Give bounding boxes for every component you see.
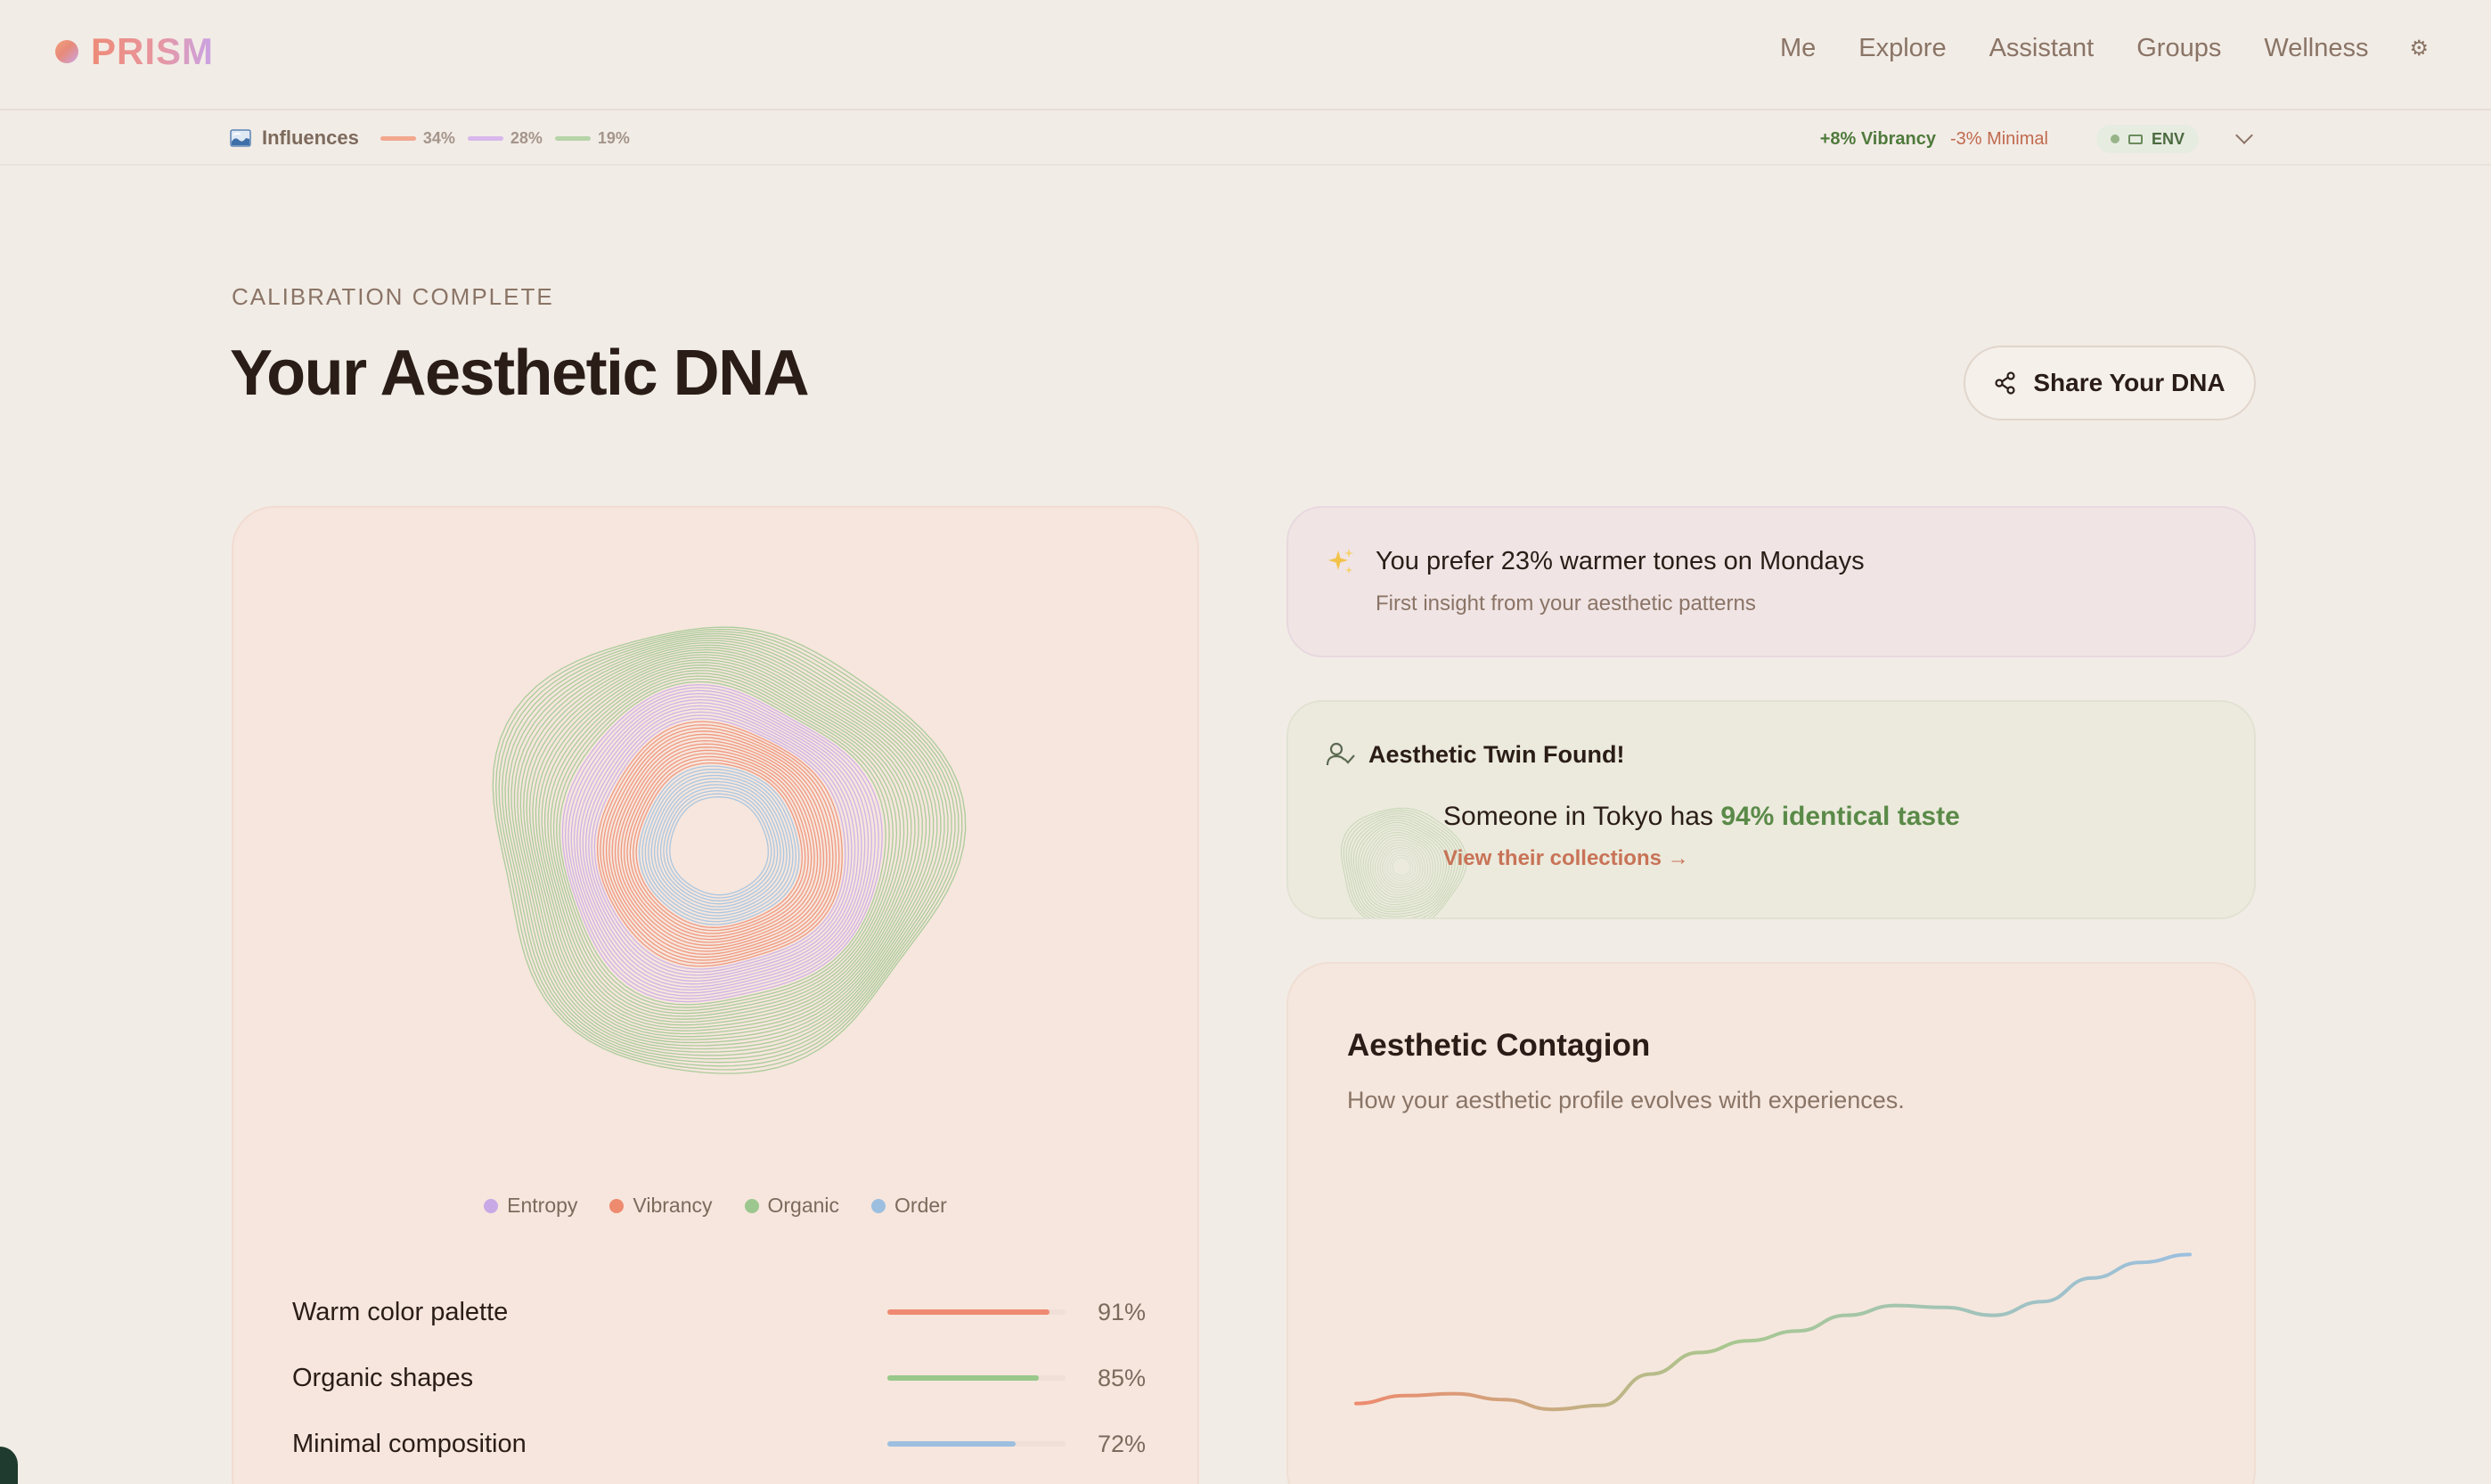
nav-item-me[interactable]: Me	[1780, 34, 1816, 63]
influences-summary: Influences 34% 28% 19%	[230, 126, 642, 150]
trend-line	[1354, 1252, 2192, 1412]
twin-contour-line	[1372, 836, 1432, 896]
twin-match-prefix: Someone in Tokyo has	[1443, 802, 1721, 831]
env-toggle[interactable]: ENV	[2095, 125, 2199, 153]
dna-contour-line	[641, 768, 797, 923]
sparkles-icon	[1328, 549, 1353, 574]
legend-item-vibrancy: Vibrancy	[609, 1194, 713, 1218]
trait-label: Organic shapes	[292, 1363, 474, 1392]
trait-bar-fill	[887, 1309, 1049, 1315]
legend-item-organic: Organic	[744, 1194, 840, 1218]
share-dna-button[interactable]: Share Your DNA	[1964, 346, 2256, 420]
influence-pct: 28%	[510, 128, 543, 147]
legend-label: Order	[894, 1194, 947, 1217]
dna-contour-line	[663, 790, 775, 901]
minimal-delta: -3% Minimal	[1949, 128, 2048, 149]
user-check-icon	[1326, 742, 1355, 766]
influences-bar: Influences 34% 28% 19% +8% Vibrancy -3% …	[0, 112, 2491, 166]
influence-swatch	[467, 135, 503, 141]
influence-swatch	[380, 135, 416, 141]
legend-dot	[744, 1198, 759, 1213]
dna-visualization	[492, 626, 967, 1074]
contagion-subtitle: How your aesthetic profile evolves with …	[1347, 1087, 1905, 1113]
trait-list: Warm color palette 91% Organic shapes 85…	[292, 1279, 1146, 1477]
trait-row: Warm color palette 91%	[292, 1279, 1146, 1345]
trait-value: 85%	[1097, 1364, 1146, 1391]
gear-icon[interactable]: ⚙	[2409, 36, 2429, 61]
legend-item-entropy: Entropy	[484, 1194, 577, 1218]
trait-bar	[887, 1309, 1066, 1315]
calibration-status: CALIBRATION COMPLETE	[232, 283, 554, 310]
contagion-title: Aesthetic Contagion	[1347, 1028, 1651, 1063]
legend-label: Organic	[767, 1194, 840, 1217]
app-logo[interactable]: PRISM	[55, 30, 214, 73]
twin-match-text: Someone in Tokyo has 94% identical taste	[1443, 802, 1960, 832]
legend-dot	[871, 1198, 886, 1213]
app-name: PRISM	[91, 30, 215, 72]
insight-subtitle: First insight from your aesthetic patter…	[1376, 591, 1756, 616]
trait-row: Organic shapes 85%	[292, 1345, 1146, 1411]
page-title: Your Aesthetic DNA	[230, 338, 810, 409]
twin-contour-line	[1389, 854, 1414, 879]
trait-label: Warm color palette	[292, 1297, 509, 1326]
dna-legend: Entropy Vibrancy Organic Order	[233, 1194, 1197, 1218]
main-nav: Me Explore Assistant Groups Wellness ⚙	[1780, 34, 2429, 63]
twin-contour-line	[1392, 857, 1411, 877]
trait-bar-fill	[887, 1441, 1016, 1447]
window-corner	[0, 1447, 18, 1484]
top-navigation-bar: PRISM Me Explore Assistant Groups Wellne…	[0, 0, 2491, 110]
dna-contour-line	[650, 778, 788, 914]
trait-value: 91%	[1097, 1298, 1146, 1325]
trait-row: Minimal composition 72%	[292, 1411, 1146, 1477]
logo-mark	[55, 40, 78, 63]
env-status-dot	[2110, 135, 2119, 143]
influence-item: 28%	[467, 128, 543, 148]
dna-contour-line	[666, 793, 772, 899]
vibrancy-delta: +8% Vibrancy	[1819, 128, 1936, 149]
insight-title: You prefer 23% warmer tones on Mondays	[1376, 547, 1865, 575]
dna-contour-line	[659, 787, 779, 905]
dna-contour-line	[657, 784, 781, 908]
share-button-label: Share Your DNA	[2033, 369, 2226, 396]
chevron-down-icon[interactable]	[2235, 126, 2253, 144]
influence-deltas: +8% Vibrancy -3% Minimal ENV	[1819, 125, 2253, 153]
dna-contour-line	[669, 796, 769, 896]
trait-label: Minimal composition	[292, 1429, 527, 1458]
trait-bar	[887, 1441, 1066, 1447]
env-label: ENV	[2151, 129, 2185, 148]
aesthetic-twin-card: Aesthetic Twin Found! Someone in Tokyo h…	[1286, 700, 2256, 919]
dna-contour-line	[584, 708, 856, 979]
insight-card[interactable]: You prefer 23% warmer tones on Mondays F…	[1286, 506, 2256, 657]
legend-label: Vibrancy	[633, 1194, 713, 1217]
influences-label: Influences	[262, 126, 359, 149]
twin-contour-line	[1379, 844, 1424, 889]
trait-bar	[887, 1375, 1066, 1381]
twin-contour-line	[1382, 847, 1421, 886]
dna-contour-line	[653, 780, 785, 910]
legend-dot	[609, 1198, 625, 1213]
nav-item-explore[interactable]: Explore	[1858, 34, 1946, 63]
aesthetic-dna-card: Entropy Vibrancy Organic Order Warm colo…	[232, 506, 1199, 1484]
camera-icon	[2128, 134, 2143, 144]
influence-pct: 19%	[597, 128, 630, 147]
legend-dot	[484, 1198, 499, 1213]
twin-contour-line	[1386, 852, 1417, 881]
wave-icon	[230, 129, 251, 147]
trait-value: 72%	[1097, 1430, 1146, 1457]
view-collections-link[interactable]: View their collections →	[1443, 846, 1689, 871]
twin-match-highlight: 94% identical taste	[1720, 802, 1960, 831]
influence-pct: 34%	[422, 128, 455, 147]
nav-item-groups[interactable]: Groups	[2136, 34, 2221, 63]
twin-heading: Aesthetic Twin Found!	[1368, 741, 1625, 768]
legend-item-order: Order	[871, 1194, 947, 1218]
influence-item: 19%	[554, 128, 630, 148]
trait-bar-fill	[887, 1375, 1039, 1381]
aesthetic-contagion-card: Aesthetic Contagion How your aesthetic p…	[1286, 962, 2256, 1484]
influence-swatch	[554, 135, 591, 141]
legend-label: Entropy	[507, 1194, 578, 1217]
nav-item-assistant[interactable]: Assistant	[1989, 34, 2095, 63]
nav-item-wellness[interactable]: Wellness	[2264, 34, 2368, 63]
share-icon	[1995, 371, 2015, 395]
influence-item: 34%	[380, 129, 455, 148]
